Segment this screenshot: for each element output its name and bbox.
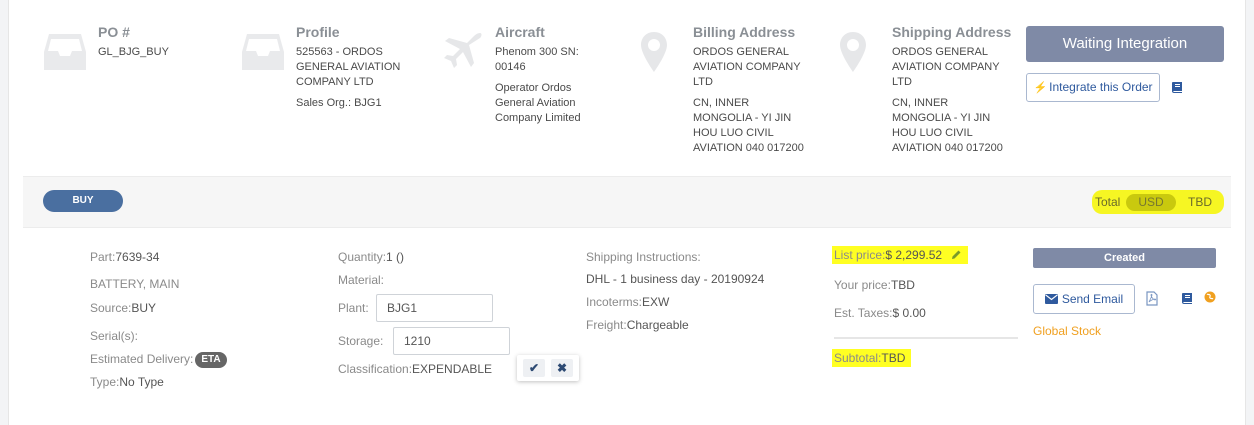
shipping-title: Shipping Address xyxy=(892,24,1012,40)
subtotal: Subtotal:TBD xyxy=(832,349,911,367)
shipping-line: AVIATION COMPANY xyxy=(892,61,1000,73)
shipping-line: MONGOLIA - YI JIN xyxy=(892,112,991,124)
pencil-icon[interactable] xyxy=(951,249,962,263)
estimated-delivery: Estimated Delivery: ETA xyxy=(90,352,227,368)
aircraft-line: Phenom 300 SN: xyxy=(495,46,579,58)
send-email-label: Send Email xyxy=(1061,292,1124,306)
plant-input[interactable]: BJG1 xyxy=(376,294,493,322)
buy-type-pill: BUY xyxy=(43,190,123,212)
part-source: Source:BUY xyxy=(90,301,157,315)
book-icon[interactable] xyxy=(1181,292,1193,310)
total-summary: Total USD TBD xyxy=(1092,190,1224,214)
airplane-icon xyxy=(440,30,484,74)
material-label: Material: xyxy=(338,273,385,287)
shipping-instructions-label: Shipping Instructions: xyxy=(586,250,701,264)
storage-label: Storage: xyxy=(338,334,384,348)
est-taxes: Est. Taxes:$ 0.00 xyxy=(834,306,926,320)
part-number: Part:7639-34 xyxy=(90,250,160,264)
inbox-icon xyxy=(43,30,87,74)
edit-confirm-group: ✔ ✖ xyxy=(517,355,579,381)
operator-line: Company Limited xyxy=(495,112,581,124)
billing-line: CN, INNER xyxy=(693,97,750,109)
po-title: PO # xyxy=(98,24,130,40)
freight: Freight:Chargeable xyxy=(586,318,689,332)
shipping-line: AVIATION 040 017200 xyxy=(892,142,1003,154)
integrate-order-label: Integrate this Order xyxy=(1049,80,1153,94)
total-value: TBD xyxy=(1188,195,1212,209)
billing-line: AVIATION 040 017200 xyxy=(693,142,804,154)
profile-line: GENERAL AVIATION xyxy=(296,61,401,73)
envelope-icon xyxy=(1044,286,1058,314)
part-type: Type:No Type xyxy=(90,375,164,389)
total-label: Total xyxy=(1095,195,1121,209)
serials-label: Serial(s): xyxy=(90,329,139,343)
cancel-x-button[interactable]: ✖ xyxy=(551,359,573,377)
shipping-instructions-value: DHL - 1 business day - 20190924 xyxy=(586,272,765,286)
profile-line: COMPANY LTD xyxy=(296,76,374,88)
shipping-line: CN, INNER xyxy=(892,97,949,109)
shipping-line: ORDOS GENERAL xyxy=(892,46,988,58)
send-email-button[interactable]: Send Email xyxy=(1033,284,1135,314)
inbox-icon xyxy=(241,30,285,74)
billing-line: AVIATION COMPANY xyxy=(693,61,801,73)
shipping-line: HOU LUO CIVIL xyxy=(892,127,973,139)
plant-label: Plant: xyxy=(338,301,369,315)
storage-input[interactable]: 1210 xyxy=(393,327,510,355)
map-pin-icon xyxy=(839,30,883,74)
operator-line: General Aviation xyxy=(495,97,576,109)
price-divider xyxy=(834,337,1018,339)
profile-line: 525563 - ORDOS xyxy=(296,46,383,58)
operator-line: Operator Ordos xyxy=(495,82,572,94)
pdf-icon[interactable] xyxy=(1146,291,1158,311)
integrate-order-button[interactable]: ⚡ Integrate this Order xyxy=(1026,73,1160,102)
billing-line: ORDOS GENERAL xyxy=(693,46,789,58)
part-description: BATTERY, MAIN xyxy=(90,277,180,291)
order-line-bar xyxy=(23,176,1231,228)
global-stock-link[interactable]: Global Stock xyxy=(1033,324,1101,338)
map-pin-icon xyxy=(640,30,684,74)
po-value: GL_BJG_BUY xyxy=(98,46,169,58)
aircraft-title: Aircraft xyxy=(495,24,545,40)
your-price: Your price:TBD xyxy=(834,278,915,292)
billing-line: HOU LUO CIVIL xyxy=(693,127,774,139)
book-icon[interactable] xyxy=(1171,81,1183,99)
billing-line: MONGOLIA - YI JIN xyxy=(693,112,792,124)
bolt-icon: ⚡ xyxy=(1033,82,1048,94)
quantity: Quantity:1 () xyxy=(338,250,405,264)
billing-title: Billing Address xyxy=(693,24,796,40)
incoterms: Incoterms:EXW xyxy=(586,295,670,309)
classification: Classification:EXPENDABLE xyxy=(338,362,493,376)
status-badge: Created xyxy=(1033,248,1216,268)
confirm-check-button[interactable]: ✔ xyxy=(523,359,545,377)
profile-title: Profile xyxy=(296,24,340,40)
aircraft-line: 00146 xyxy=(495,61,526,73)
billing-line: LTD xyxy=(693,76,713,88)
waiting-integration-button[interactable]: Waiting Integration xyxy=(1026,26,1224,62)
shipping-line: LTD xyxy=(892,76,912,88)
list-price: List price:$ 2,299.52 xyxy=(832,246,968,264)
currency-pill[interactable]: USD xyxy=(1126,194,1176,211)
globe-icon[interactable] xyxy=(1204,290,1216,308)
eta-badge[interactable]: ETA xyxy=(195,352,227,368)
sales-org: Sales Org.: BJG1 xyxy=(296,97,382,109)
